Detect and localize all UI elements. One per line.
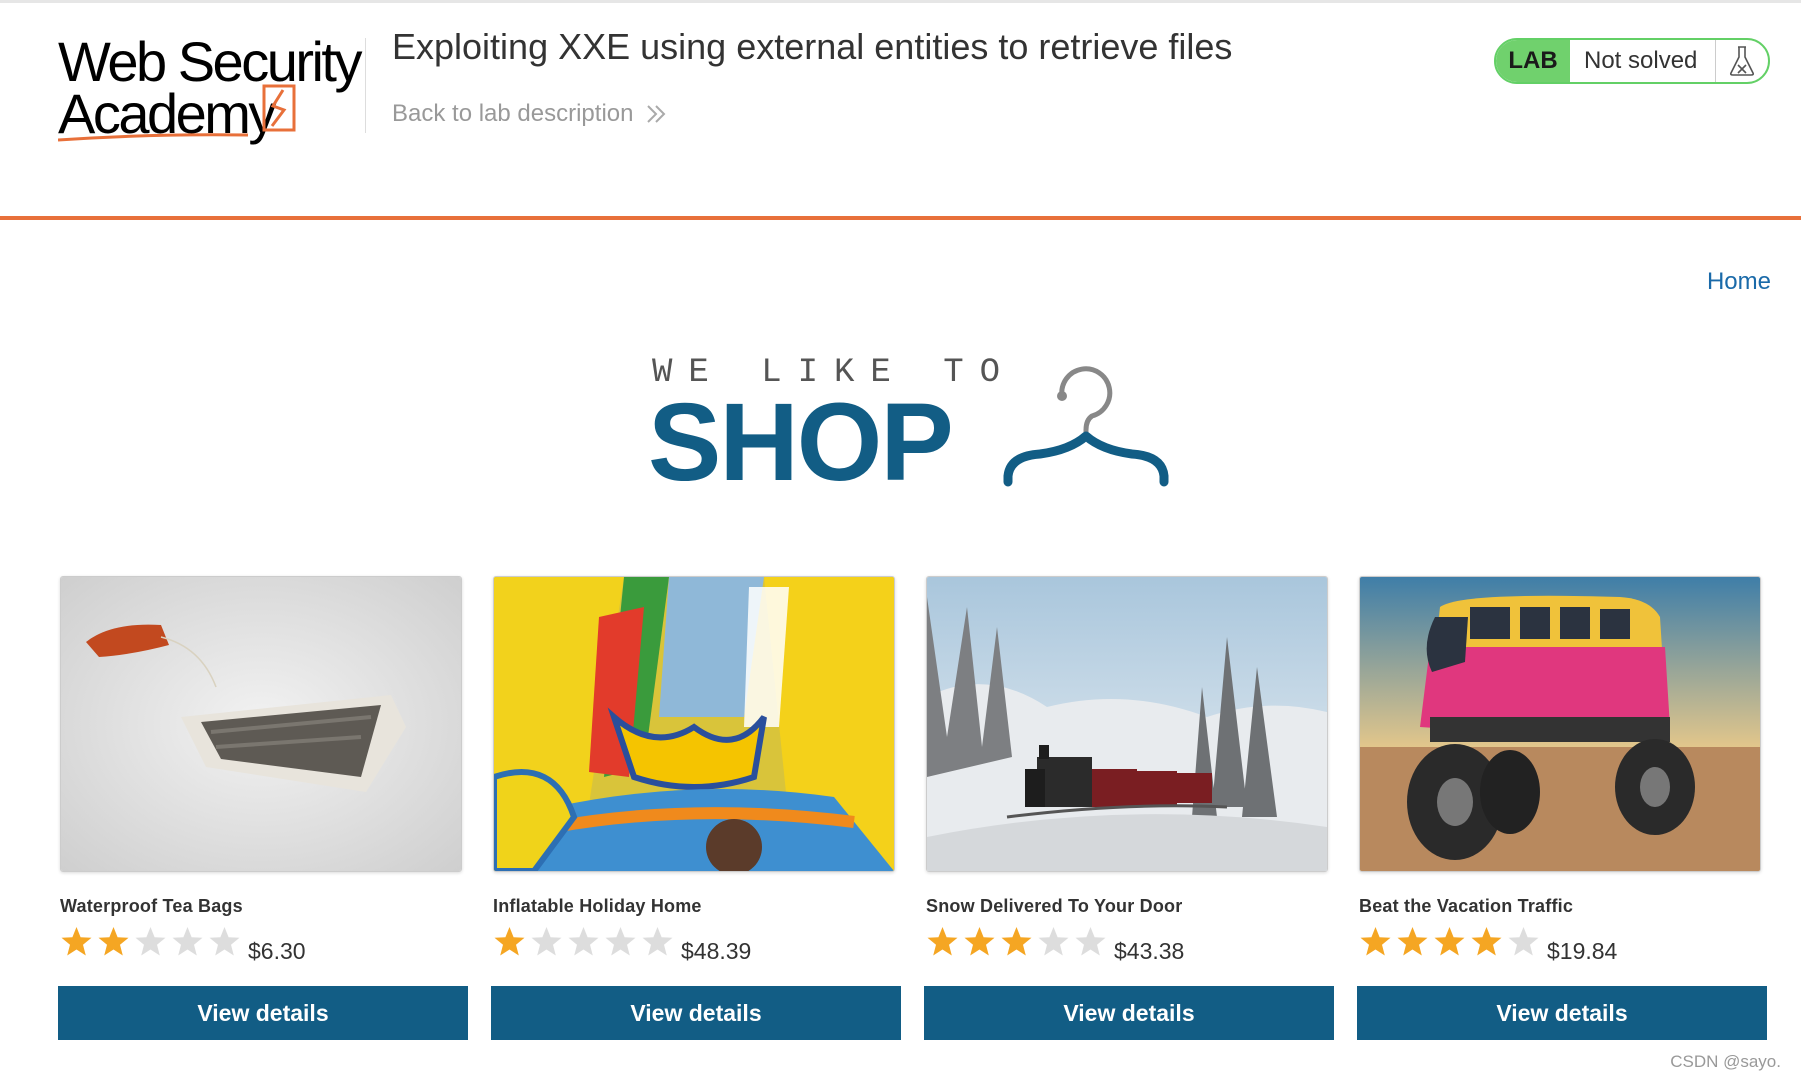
star-empty-icon (568, 927, 599, 956)
star-empty-icon (605, 927, 636, 956)
star-filled-icon (61, 927, 92, 956)
header-divider (365, 38, 366, 133)
star-rating (493, 926, 674, 958)
star-empty-icon (172, 927, 203, 956)
star-filled-icon (1434, 927, 1465, 956)
star-empty-icon (642, 927, 673, 956)
star-filled-icon (98, 927, 129, 956)
shop-banner: WE LIKE TO SHOP (648, 350, 1178, 500)
star-filled-icon (1001, 927, 1032, 956)
product-price: $19.84 (1547, 938, 1618, 964)
back-link-label: Back to lab description (392, 100, 634, 127)
web-security-academy-logo[interactable]: Web Security Academy (58, 30, 370, 145)
lab-status-widget: LAB Not solved (1494, 38, 1770, 84)
product-grid: Waterproof Tea Bags $6.30 View details I… (58, 574, 1772, 1044)
star-filled-icon (964, 927, 995, 956)
view-details-button[interactable]: View details (924, 986, 1334, 1040)
star-empty-icon (135, 927, 166, 956)
lab-status-text: Not solved (1584, 47, 1698, 74)
lab-badge: LAB (1496, 40, 1570, 82)
product-name[interactable]: Snow Delivered To Your Door (926, 896, 1182, 917)
star-empty-icon (1075, 927, 1106, 956)
product-price: $6.30 (248, 938, 306, 964)
banner-word: SHOP (648, 381, 954, 504)
star-filled-icon (1471, 927, 1502, 956)
star-rating (60, 926, 241, 958)
product-name[interactable]: Inflatable Holiday Home (493, 896, 702, 917)
logo-mark-icon (58, 84, 296, 142)
product-price: $43.38 (1114, 938, 1185, 964)
watermark: CSDN @sayo. (1670, 1052, 1781, 1071)
clothes-hanger-icon (1003, 366, 1169, 487)
star-filled-icon (1397, 927, 1428, 956)
top-border (0, 0, 1801, 3)
header-orange-rule (0, 216, 1801, 220)
double-chevron-right-icon (647, 105, 666, 123)
star-empty-icon (531, 927, 562, 956)
product-image-inflatable-holiday-home[interactable] (493, 576, 895, 872)
flask-icon (1715, 40, 1768, 82)
product-image-snow-delivered-to-your-door[interactable] (926, 576, 1328, 872)
star-empty-icon (1038, 927, 1069, 956)
product-image-waterproof-tea-bags[interactable] (60, 576, 462, 872)
star-filled-icon (1360, 927, 1391, 956)
home-link[interactable]: Home (1707, 268, 1771, 296)
product-name[interactable]: Waterproof Tea Bags (60, 896, 243, 917)
product-price: $48.39 (681, 938, 752, 964)
star-empty-icon (209, 927, 240, 956)
star-rating (1359, 926, 1540, 958)
view-details-button[interactable]: View details (491, 986, 901, 1040)
back-to-lab-description-link[interactable]: Back to lab description (392, 100, 667, 128)
star-rating (926, 926, 1107, 958)
view-details-button[interactable]: View details (1357, 986, 1767, 1040)
view-details-button[interactable]: View details (58, 986, 468, 1040)
star-filled-icon (494, 927, 525, 956)
product-image-beat-the-vacation-traffic[interactable] (1359, 576, 1761, 872)
lab-title: Exploiting XXE using external entities t… (392, 26, 1233, 67)
star-filled-icon (927, 927, 958, 956)
product-name[interactable]: Beat the Vacation Traffic (1359, 896, 1573, 917)
star-empty-icon (1508, 927, 1539, 956)
